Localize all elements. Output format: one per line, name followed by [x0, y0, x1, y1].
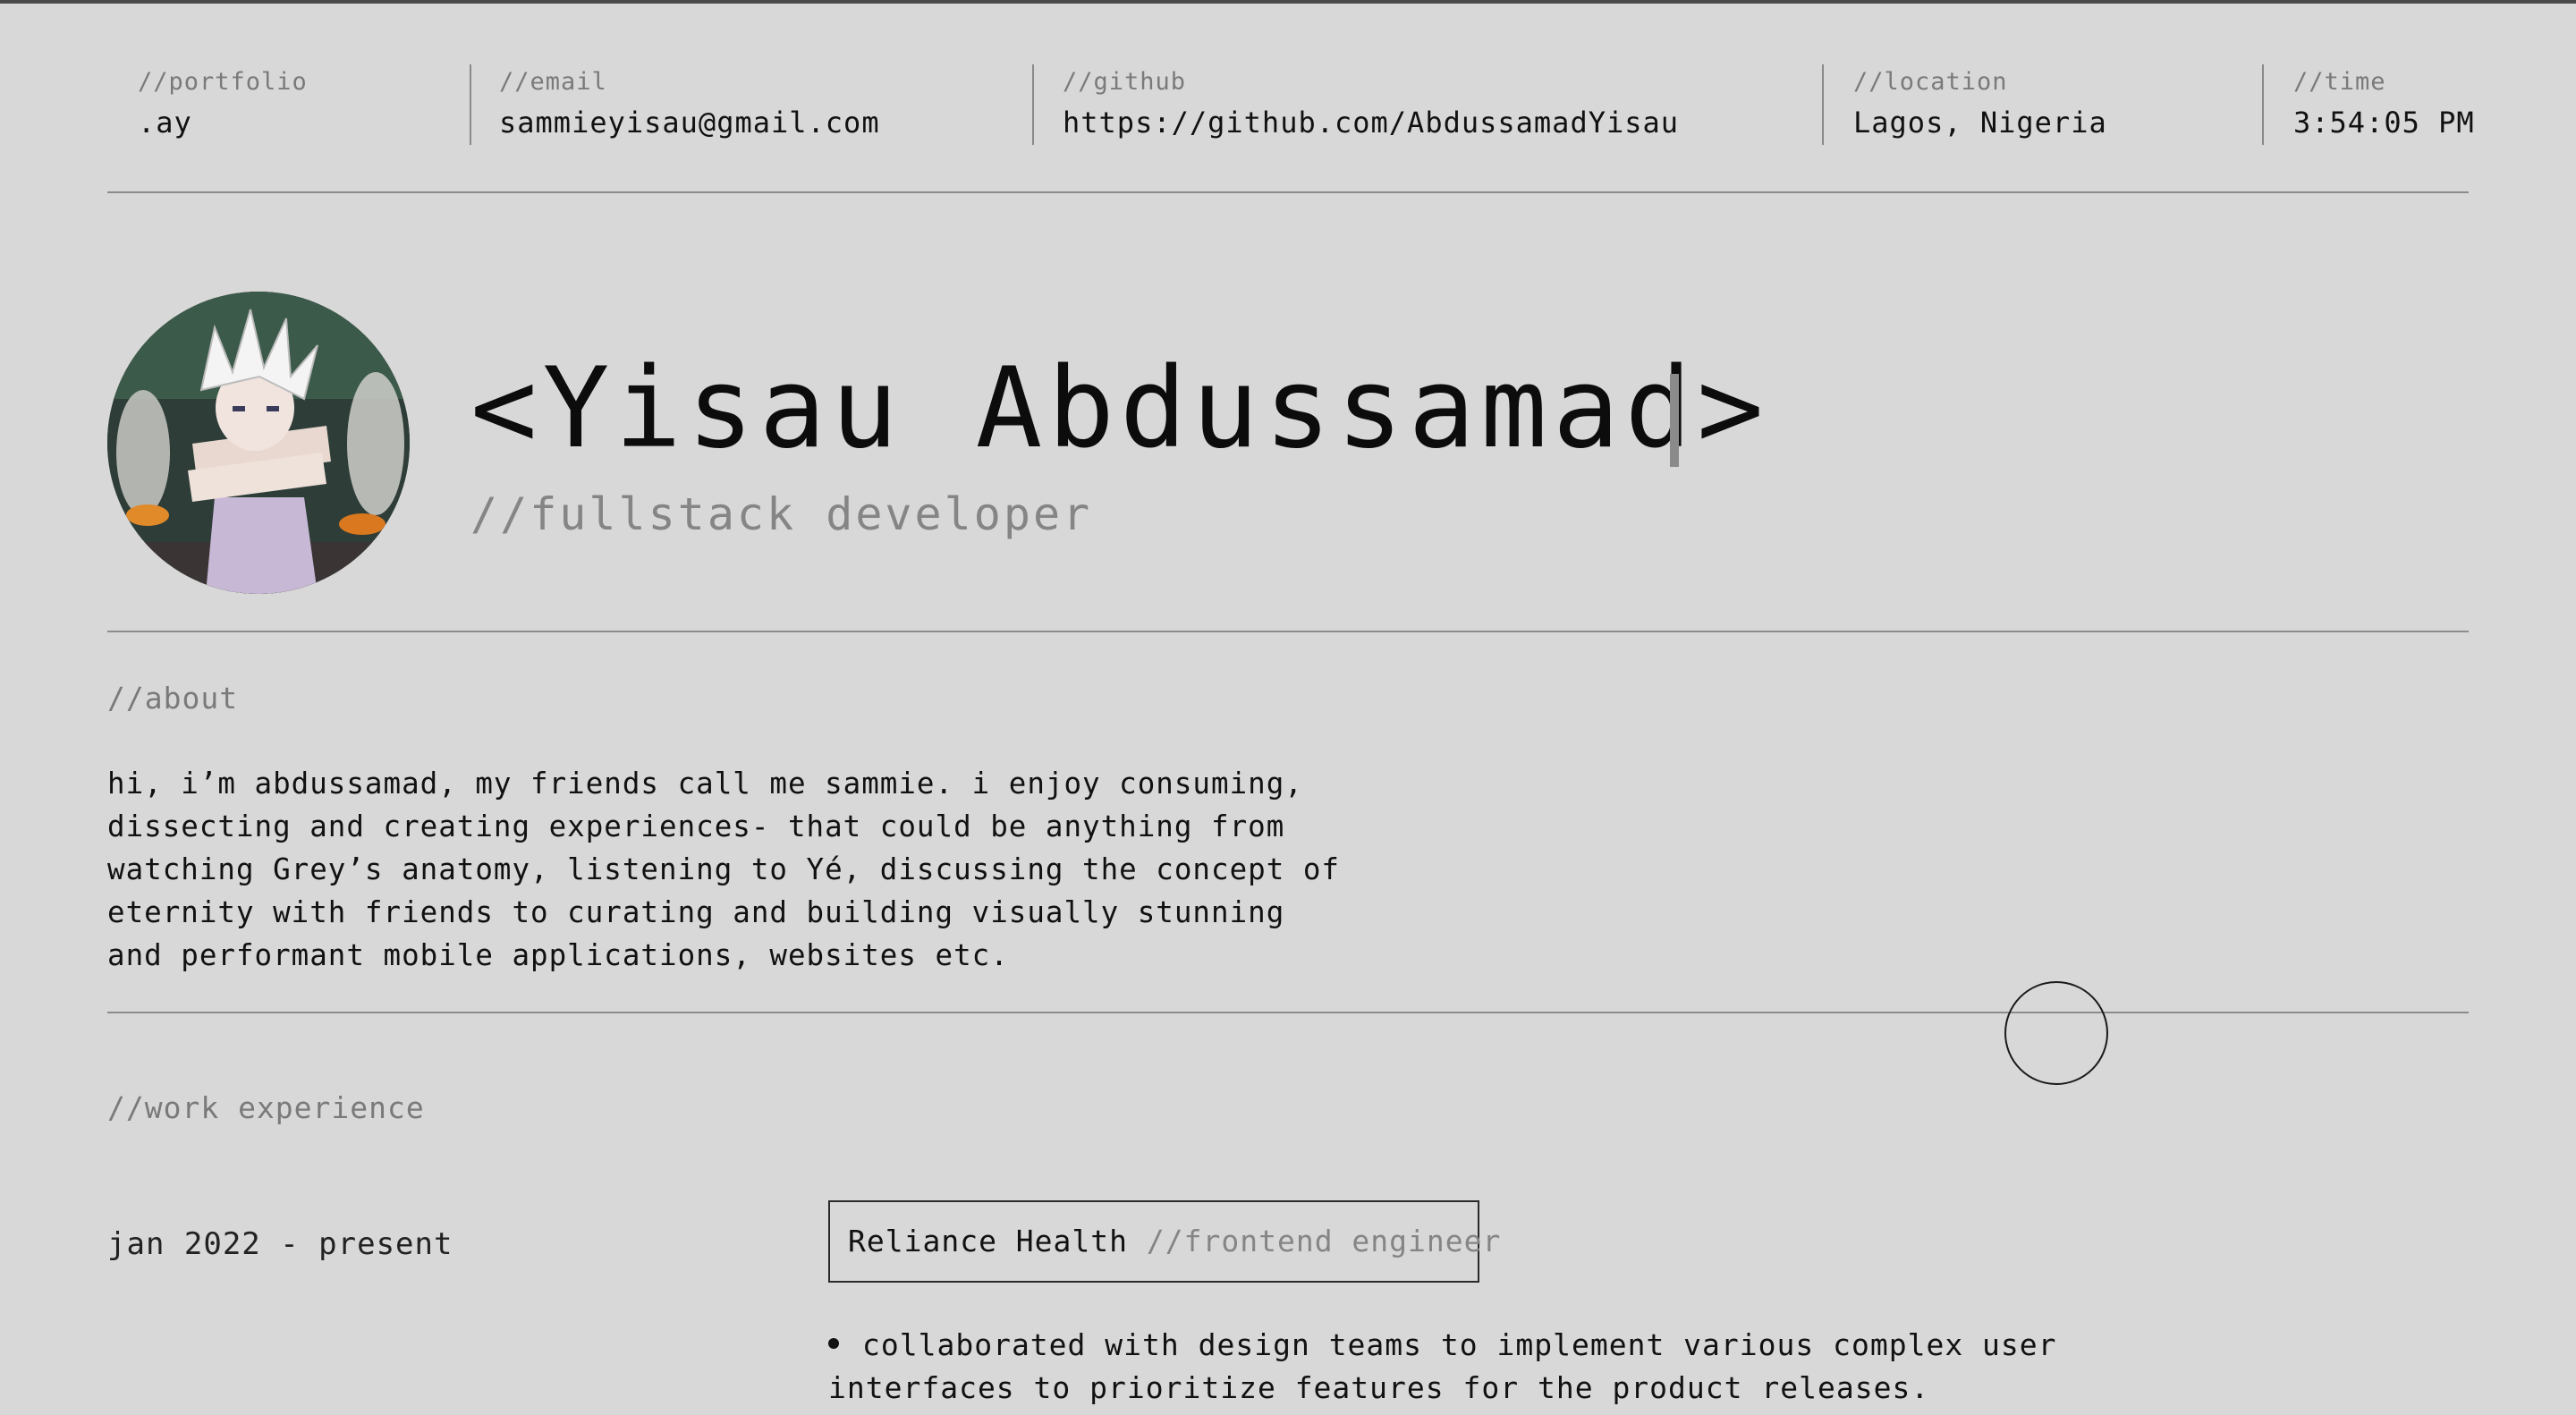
- about-line: eternity with friends to curating and bu…: [107, 895, 1285, 929]
- portfolio-label: //portfolio: [138, 68, 308, 96]
- portfolio-field: //portfolio .ay: [138, 64, 308, 145]
- location-label: //location: [1853, 68, 2008, 96]
- list-item: collaborated with design teams to implem…: [828, 1324, 2224, 1367]
- role-subtitle: //fullstack developer: [470, 488, 1093, 540]
- about-line: hi, i’m abdussamad, my friends call me s…: [107, 767, 1303, 801]
- header-divider-line: [107, 191, 2469, 193]
- header-divider: [1822, 64, 1824, 145]
- email-link[interactable]: sammieyisau@gmail.com: [499, 100, 880, 145]
- location-value: Lagos, Nigeria: [1853, 106, 2107, 140]
- email-label: //email: [499, 68, 607, 96]
- time-field: //time 3:54:05 PM: [2293, 64, 2475, 145]
- about-line: watching Grey’s anatomy, listening to Yé…: [107, 852, 1340, 886]
- anime-character-avatar-icon: [107, 292, 410, 594]
- location-field: //location Lagos, Nigeria: [1853, 64, 2107, 145]
- about-line: and performant mobile applications, webs…: [107, 938, 1009, 972]
- about-heading: //about: [107, 681, 239, 716]
- avatar: [107, 292, 410, 594]
- time-value: 3:54:05 PM: [2293, 106, 2475, 140]
- github-label: //github: [1063, 68, 1187, 96]
- job-role: //frontend engineer: [1146, 1224, 1502, 1258]
- job-title-box[interactable]: Reliance Health //frontend engineer: [828, 1200, 1500, 1283]
- header-divider: [1032, 64, 1034, 145]
- time-label: //time: [2293, 68, 2386, 96]
- github-link[interactable]: https://github.com/AbdussamadYisau: [1063, 100, 1679, 145]
- job-company: Reliance Health: [848, 1224, 1129, 1258]
- hero-divider-line: [107, 631, 2469, 632]
- job-period: jan 2022 - present: [107, 1226, 453, 1262]
- email-field: //email sammieyisau@gmail.com: [499, 64, 880, 145]
- custom-cursor-ring: [2004, 981, 2108, 1085]
- github-field: //github https://github.com/AbdussamadYi…: [1063, 64, 1679, 145]
- header-info-bar: //portfolio .ay //email sammieyisau@gmai…: [107, 64, 2474, 145]
- top-border: [0, 0, 2576, 4]
- about-line: dissecting and creating experiences- tha…: [107, 809, 1285, 843]
- about-divider-line: [107, 1012, 2469, 1013]
- portfolio-link[interactable]: .ay: [138, 100, 308, 145]
- text-cursor: [1670, 374, 1679, 467]
- work-experience-heading: //work experience: [107, 1090, 425, 1125]
- job-bullet-list: collaborated with design teams to implem…: [828, 1324, 2224, 1410]
- about-paragraph: hi, i’m abdussamad, my friends call me s…: [107, 762, 1342, 977]
- header-divider: [470, 64, 471, 145]
- list-item-continuation: interfaces to prioritize features for th…: [828, 1370, 1930, 1405]
- page-title: <Yisau Abdussamad>: [470, 344, 1769, 473]
- header-divider: [2262, 64, 2264, 145]
- bullet-icon: [828, 1337, 839, 1349]
- bullet-text: collaborated with design teams to implem…: [862, 1327, 2057, 1362]
